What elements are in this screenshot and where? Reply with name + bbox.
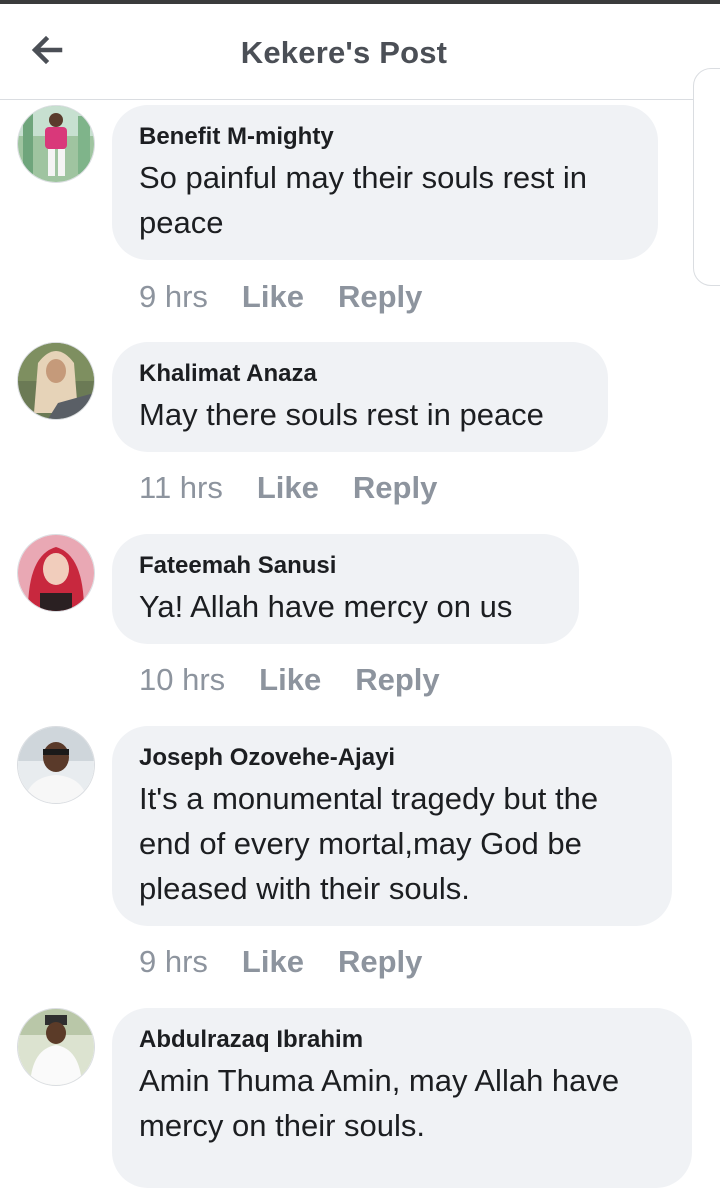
comment-text: It's a monumental tragedy but the end of…	[139, 781, 599, 906]
reply-button[interactable]: Reply	[353, 470, 437, 505]
reply-button[interactable]: Reply	[355, 662, 439, 697]
avatar[interactable]	[17, 534, 95, 612]
comment-text: So painful may their souls rest in peace	[139, 160, 587, 240]
comment-bubble: Joseph Ozovehe-Ajayi It's a monumental t…	[112, 726, 672, 926]
comment-bubble: Khalimat Anaza May there souls rest in p…	[112, 342, 608, 452]
comment-timestamp[interactable]: 10 hrs	[139, 662, 225, 697]
comment-actions: 10 hrs Like Reply	[139, 662, 440, 698]
comment-author[interactable]: Khalimat Anaza	[139, 359, 580, 389]
avatar[interactable]	[17, 105, 95, 183]
comment-actions: 9 hrs Like Reply	[139, 279, 422, 315]
comment-timestamp[interactable]: 9 hrs	[139, 944, 208, 979]
avatar[interactable]	[17, 726, 95, 804]
comment-author[interactable]: Benefit M-mighty	[139, 122, 630, 152]
avatar[interactable]	[17, 1008, 95, 1086]
side-panel-edge	[693, 68, 720, 286]
page-title: Kekere's Post	[240, 35, 448, 70]
like-button[interactable]: Like	[242, 944, 304, 979]
comment-bubble: Benefit M-mighty So painful may their so…	[112, 105, 658, 260]
comment-author[interactable]: Abdulrazaq Ibrahim	[139, 1025, 664, 1055]
like-button[interactable]: Like	[259, 662, 321, 697]
comment-author[interactable]: Fateemah Sanusi	[139, 551, 551, 581]
comment-text: Ya! Allah have mercy on us	[139, 589, 513, 624]
avatar[interactable]	[17, 342, 95, 420]
reply-button[interactable]: Reply	[338, 944, 422, 979]
comment-actions: 9 hrs Like Reply	[139, 944, 422, 980]
comment-bubble: Fateemah Sanusi Ya! Allah have mercy on …	[112, 534, 579, 644]
comment-bubble: Abdulrazaq Ibrahim Amin Thuma Amin, may …	[112, 1008, 692, 1188]
reply-button[interactable]: Reply	[338, 279, 422, 314]
comment-author[interactable]: Joseph Ozovehe-Ajayi	[139, 743, 644, 773]
comment-timestamp[interactable]: 11 hrs	[139, 470, 223, 505]
post-header: Kekere's Post	[0, 4, 720, 100]
like-button[interactable]: Like	[257, 470, 319, 505]
comment-actions: 11 hrs Like Reply	[139, 470, 437, 506]
comment-text: May there souls rest in peace	[139, 397, 544, 432]
comment-timestamp[interactable]: 9 hrs	[139, 279, 208, 314]
like-button[interactable]: Like	[242, 279, 304, 314]
